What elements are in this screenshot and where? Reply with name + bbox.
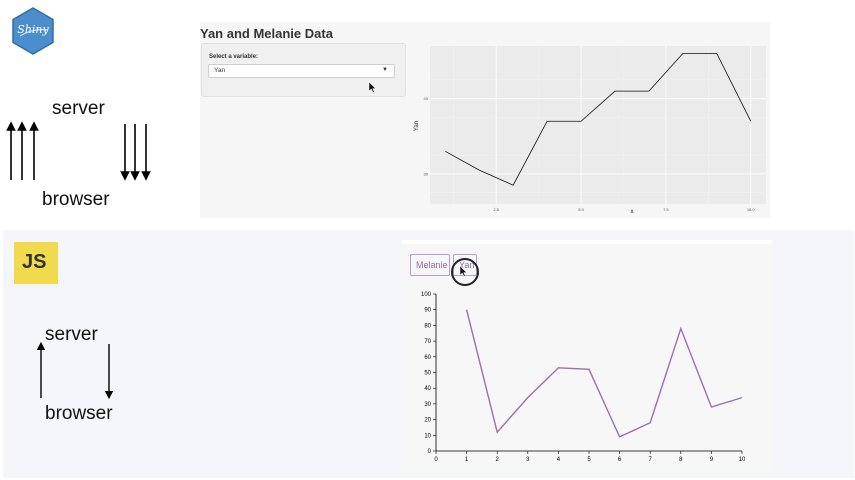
shiny-logo: Shiny — [8, 6, 58, 56]
x-tick-label: 1 — [465, 457, 469, 463]
browser-label-top: browser — [42, 189, 110, 210]
y-tick-label: 30 — [424, 171, 429, 176]
y-tick-label: 60 — [424, 355, 431, 361]
x-axis-label: x — [631, 209, 634, 215]
melanie-button[interactable]: Melanie — [410, 254, 450, 276]
js-logo-text: JS — [22, 251, 47, 273]
panel-top-strip — [402, 240, 772, 244]
plot-panel-bg — [430, 46, 766, 204]
d3-chart: 0 1 2 3 4 5 6 7 8 9 100102030405060708090100 — [421, 292, 746, 463]
y-tick-label: 80 — [424, 323, 431, 329]
select-value: Yan — [214, 67, 226, 74]
y-tick-label: 40 — [424, 96, 429, 101]
bottom-arrows — [36, 341, 114, 400]
y-tick-label: 100 — [421, 292, 432, 298]
y-tick-label: 40 — [424, 386, 431, 392]
shiny-logo-text: Shiny — [17, 23, 49, 36]
select-label: Select a variable: — [209, 54, 259, 60]
x-tick-label: 7.5 — [663, 207, 669, 212]
mouse-cursor-icon — [460, 266, 468, 277]
y-tick-label: 90 — [424, 308, 431, 314]
x-tick-label: 0 — [434, 457, 438, 463]
variable-select[interactable]: Yan ▼ — [208, 64, 395, 78]
x-tick-label: 3 — [526, 457, 530, 463]
y-tick-label: 70 — [424, 339, 431, 345]
x-tick-label: 2 — [496, 457, 500, 463]
mouse-cursor-icon — [369, 82, 377, 93]
ggplot-chart: 2.5 5.0 7.5 10.0 30 40 x Yan — [414, 46, 766, 215]
y-tick-label: 0 — [428, 449, 432, 455]
chevron-down-icon: ▼ — [382, 67, 388, 73]
browser-label-bottom: browser — [45, 403, 113, 424]
server-label-top: server — [52, 98, 105, 119]
y-tick-label: 50 — [424, 371, 431, 377]
x-tick-label: 6 — [618, 457, 622, 463]
series-line-yan — [465, 309, 743, 438]
app-title: Yan and Melanie Data — [200, 26, 333, 41]
x-tick-label: 8 — [679, 457, 683, 463]
x-tick-label: 5.0 — [578, 207, 584, 212]
top-arrows — [6, 121, 151, 181]
x-tick-label: 4 — [557, 457, 561, 463]
x-tick-label: 7 — [649, 457, 653, 463]
x-tick-label: 10.0 — [747, 207, 756, 212]
y-axis-label: Yan — [414, 121, 420, 131]
x-tick-label: 2.5 — [493, 207, 499, 212]
y-tick-label: 20 — [424, 418, 431, 424]
y-tick-label: 10 — [424, 433, 431, 439]
down-arrows — [120, 124, 151, 181]
x-tick-label: 9 — [710, 457, 714, 463]
js-logo: JS — [14, 242, 58, 284]
x-tick-label: 10 — [739, 457, 746, 463]
x-tick-label: 5 — [587, 457, 591, 463]
y-tick-label: 30 — [424, 402, 431, 408]
up-arrows — [6, 121, 39, 180]
